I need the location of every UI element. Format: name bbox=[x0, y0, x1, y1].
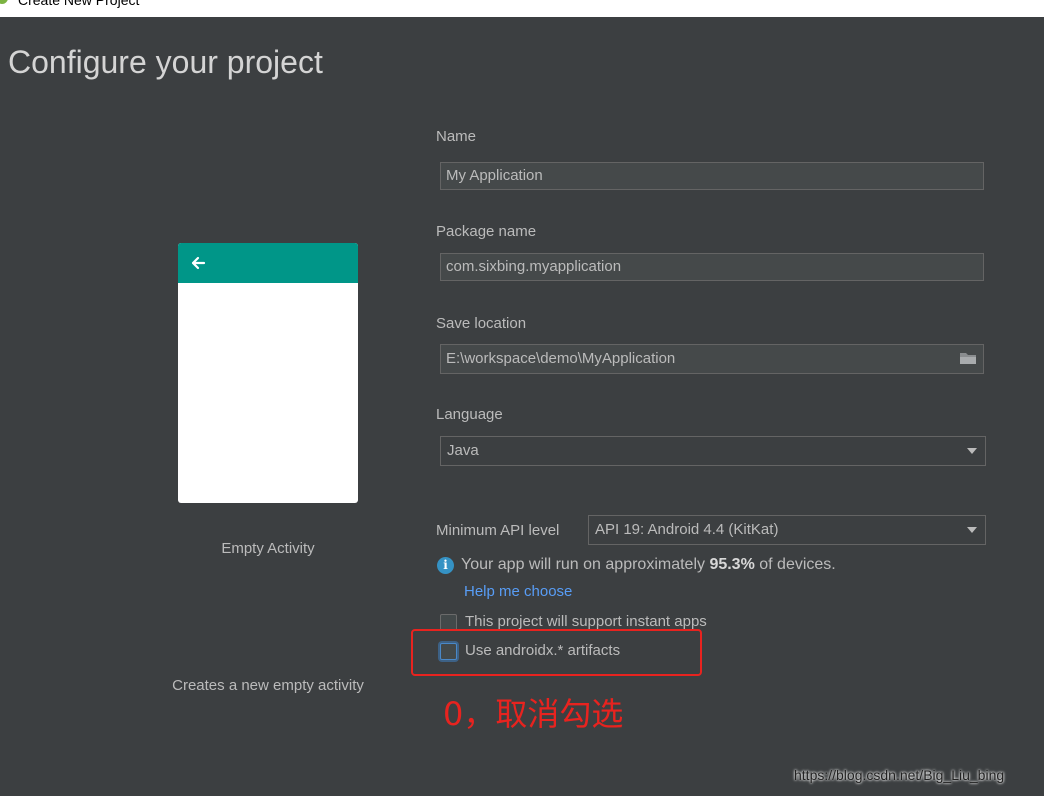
name-label: Name bbox=[436, 128, 477, 145]
language-label: Language bbox=[436, 406, 503, 423]
name-field-value: My Application bbox=[446, 167, 543, 184]
help-me-choose-link[interactable]: Help me choose bbox=[464, 583, 572, 600]
instant-apps-label[interactable]: This project will support instant apps bbox=[465, 613, 707, 630]
watermark: https://blog.csdn.net/Big_Liu_bing bbox=[794, 767, 1005, 783]
template-description: Creates a new empty activity bbox=[172, 677, 364, 694]
language-dropdown[interactable]: Java bbox=[440, 436, 986, 466]
save-location-value: E:\workspace\demo\MyApplication bbox=[446, 350, 676, 367]
min-api-dropdown[interactable]: API 19: Android 4.4 (KitKat) bbox=[588, 515, 986, 545]
template-preview bbox=[178, 243, 358, 503]
min-api-label: Minimum API level bbox=[436, 522, 560, 539]
dropdown-caret-icon bbox=[967, 448, 977, 454]
language-value: Java bbox=[447, 442, 479, 459]
save-location-field[interactable]: E:\workspace\demo\MyApplication bbox=[440, 344, 984, 374]
window-title: Create New Project bbox=[18, 0, 140, 8]
coverage-suffix: of devices. bbox=[754, 556, 836, 573]
package-name-value: com.sixbing.myapplication bbox=[446, 258, 622, 275]
name-field[interactable]: My Application bbox=[440, 162, 984, 190]
page-title: Configure your project bbox=[8, 44, 323, 80]
save-location-label: Save location bbox=[436, 315, 527, 332]
folder-icon[interactable] bbox=[959, 351, 977, 365]
coverage-prefix: Your app will run on approximately bbox=[461, 556, 710, 573]
android-studio-icon bbox=[0, 0, 8, 4]
dropdown-caret-icon bbox=[967, 527, 977, 533]
template-name: Empty Activity bbox=[221, 540, 315, 557]
coverage-percent: 95.3% bbox=[709, 556, 755, 573]
info-icon: i bbox=[437, 557, 454, 574]
package-name-label: Package name bbox=[436, 223, 537, 240]
package-name-field[interactable]: com.sixbing.myapplication bbox=[440, 253, 984, 281]
device-coverage-text: Your app will run on approximately 95.3%… bbox=[461, 556, 836, 574]
back-arrow-icon bbox=[191, 256, 206, 270]
preview-toolbar bbox=[178, 243, 358, 283]
min-api-value: API 19: Android 4.4 (KitKat) bbox=[595, 521, 779, 538]
annotation-highlight-box bbox=[411, 629, 702, 676]
annotation-text: 0，取消勾选 bbox=[443, 695, 624, 733]
window-title-bar: Create New Project bbox=[0, 0, 1044, 17]
